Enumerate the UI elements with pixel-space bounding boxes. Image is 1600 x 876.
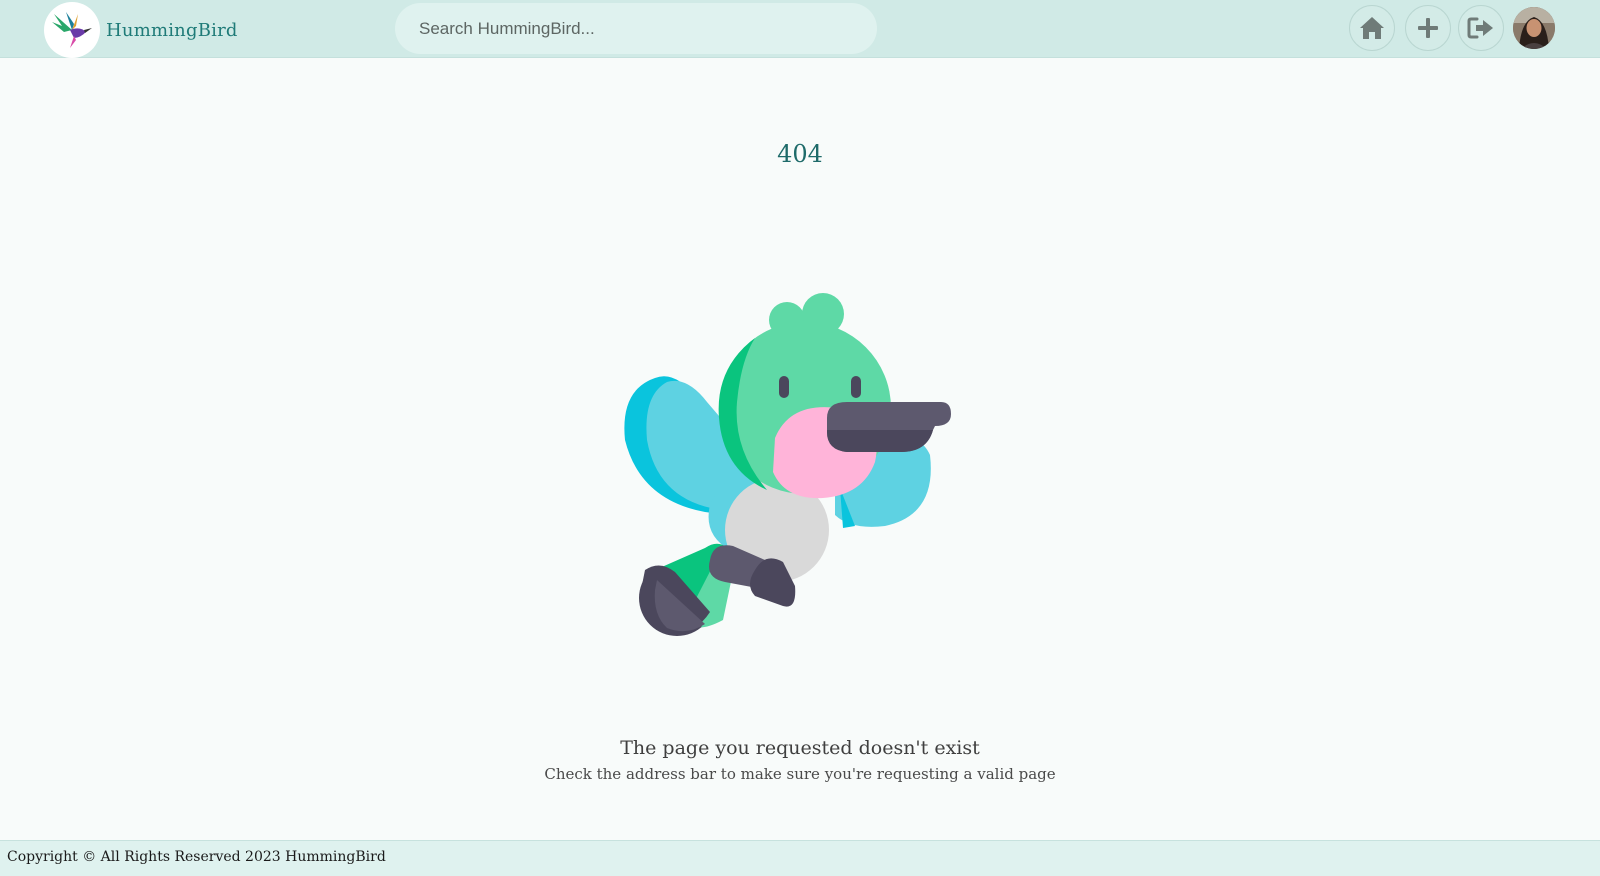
error-code: 404 [777,140,823,168]
error-hint: Check the address bar to make sure you'r… [544,765,1056,783]
add-post-button[interactable] [1405,5,1451,51]
hummingbird-logo-icon [44,2,100,58]
hummingbird-illustration [615,290,975,654]
error-message: The page you requested doesn't exist [620,737,980,759]
plus-icon [1418,18,1438,38]
search-input[interactable] [395,3,877,54]
copyright-text: Copyright © All Rights Reserved 2023 Hum… [7,849,386,865]
home-button[interactable] [1349,5,1395,51]
home-icon [1360,17,1384,39]
user-avatar[interactable] [1513,7,1555,49]
logout-button[interactable] [1458,5,1504,51]
top-navbar: HummingBird [0,0,1600,58]
footer: Copyright © All Rights Reserved 2023 Hum… [0,840,1600,876]
brand-name[interactable]: HummingBird [106,20,238,41]
brand-link[interactable]: HummingBird [44,2,238,58]
logout-icon [1467,17,1493,39]
